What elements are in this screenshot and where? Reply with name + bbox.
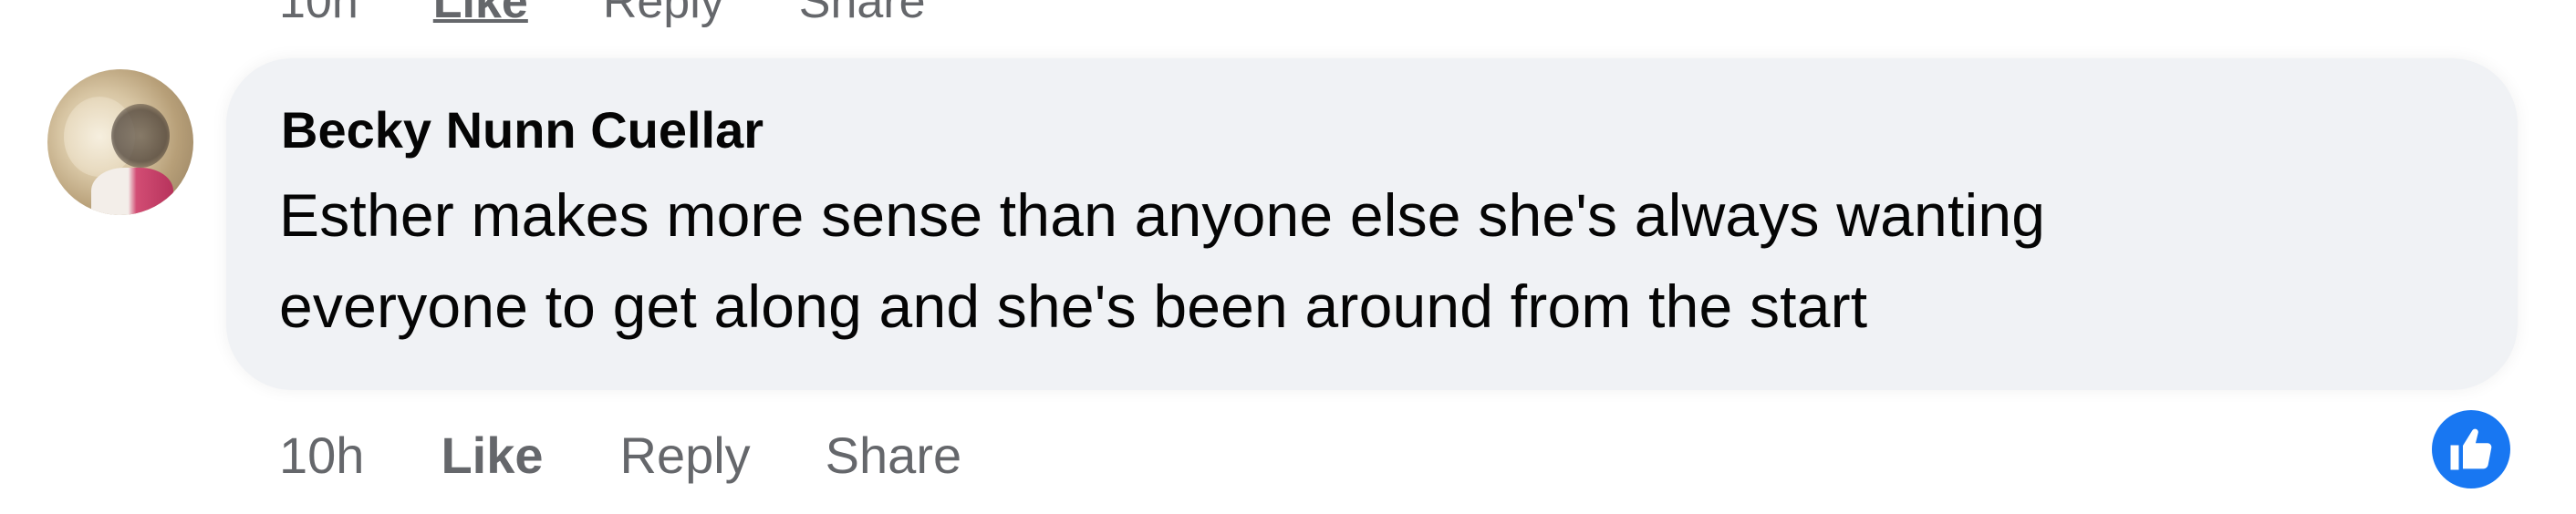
thumbs-up-icon [2450,428,2492,470]
like-button[interactable]: Like [441,426,543,485]
comment-actions: 10h Like Reply Share [279,423,961,487]
previous-comment-share-link[interactable]: Share [799,0,926,29]
reaction-badge[interactable] [2428,406,2514,492]
previous-comment-reply-link[interactable]: Reply [603,0,724,29]
comment-author-name[interactable]: Becky Nunn Cuellar [281,100,763,159]
comment-text-line: everyone to get along and she's been aro… [279,272,1868,340]
avatar-photo-detail [111,104,170,168]
avatar-photo-detail [91,168,173,215]
avatar[interactable] [47,69,193,215]
previous-comment-like-link[interactable]: Like [433,0,528,29]
previous-comment-actions: 10h Like Reply Share [279,0,1001,29]
comment-text-line: Esther makes more sense than anyone else… [279,181,2046,249]
reply-button[interactable]: Reply [620,426,751,485]
share-button[interactable]: Share [826,426,961,485]
comment-timestamp[interactable]: 10h [279,426,364,485]
comment-thread: 10h Like Reply Share Becky Nunn Cuellar … [0,0,2576,514]
previous-comment-timestamp: 10h [279,0,358,28]
